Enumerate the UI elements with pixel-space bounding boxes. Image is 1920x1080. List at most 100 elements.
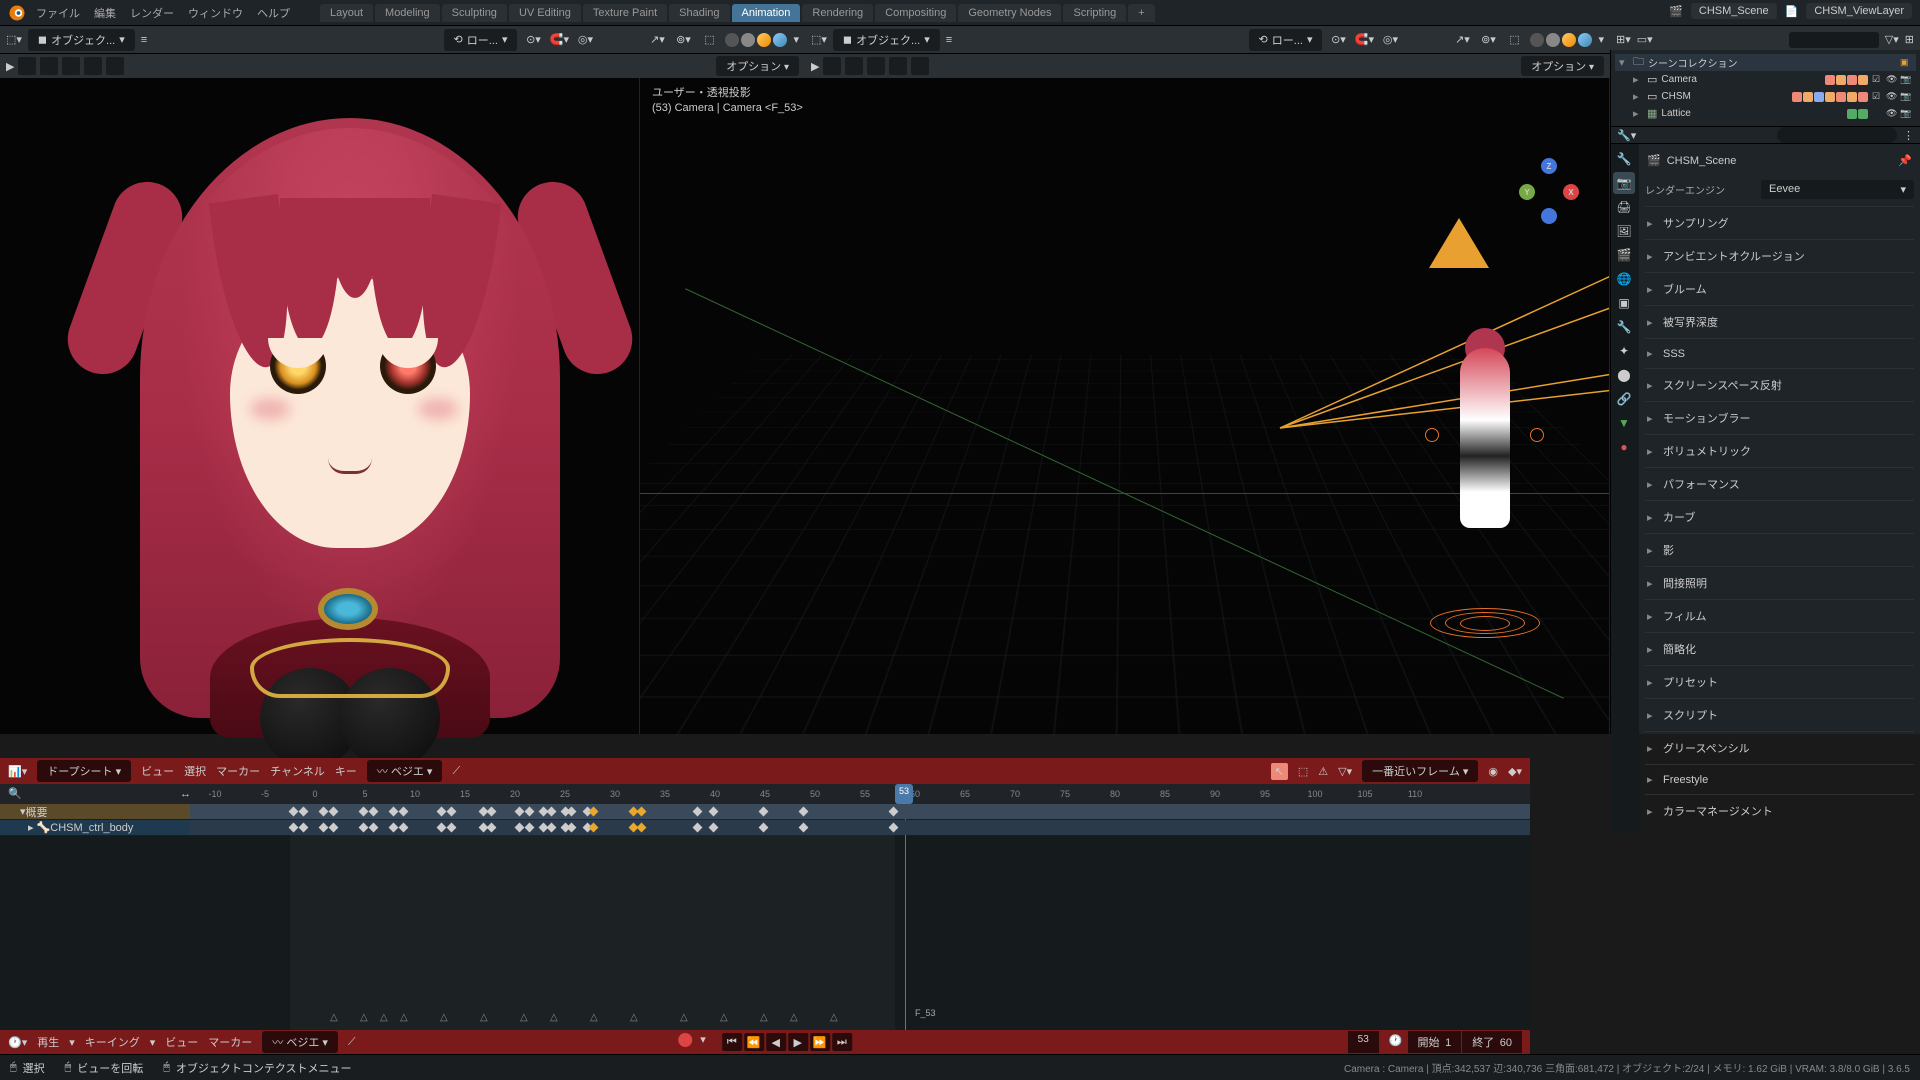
section-SSS[interactable]: ▸SSS <box>1645 338 1914 368</box>
tab-object-icon[interactable]: ▣ <box>1613 292 1635 314</box>
cursor-tool-icon[interactable]: ↖ <box>1271 763 1288 780</box>
play-icon[interactable]: ▶ <box>811 60 819 73</box>
props-search[interactable] <box>1777 127 1897 143</box>
pivot-icon[interactable]: ⊙▾ <box>1328 30 1348 50</box>
section-被写界深度[interactable]: ▸被写界深度 <box>1645 305 1914 338</box>
marker-icon[interactable]: △ <box>790 1012 798 1023</box>
menu-key[interactable]: キー <box>335 763 357 779</box>
keyframe[interactable] <box>589 807 599 817</box>
tab-rendering[interactable]: Rendering <box>802 4 873 22</box>
tab-sculpting[interactable]: Sculpting <box>442 4 507 22</box>
overlay-icon[interactable]: ⊚▾ <box>673 30 693 50</box>
options-dropdown[interactable]: オプション ▾ <box>1521 56 1604 76</box>
keyframe[interactable] <box>567 807 577 817</box>
tab-animation[interactable]: Animation <box>732 4 801 22</box>
gizmo-icon[interactable]: ↗▾ <box>1452 30 1472 50</box>
tab-texpaint[interactable]: Texture Paint <box>583 4 667 22</box>
3d-viewport[interactable]: ユーザー・透視投影 (53) Camera | Camera <F_53> <box>640 78 1610 734</box>
gizmo-x-icon[interactable]: X <box>1563 184 1579 200</box>
warn-icon[interactable]: ⬚ <box>1298 765 1308 778</box>
warn-icon2[interactable]: ⚠ <box>1318 765 1328 778</box>
menu-file[interactable]: ファイル <box>36 5 80 21</box>
tab-material-icon[interactable]: ● <box>1613 436 1635 458</box>
section-スクリプト[interactable]: ▸スクリプト <box>1645 698 1914 731</box>
keyframe[interactable] <box>487 807 497 817</box>
keyframe[interactable] <box>547 823 557 833</box>
menu-marker[interactable]: マーカー <box>216 763 260 779</box>
keyframe[interactable] <box>759 823 769 833</box>
section-スクリーンスペース反射[interactable]: ▸スクリーンスペース反射 <box>1645 368 1914 401</box>
keyframe[interactable] <box>369 823 379 833</box>
gizmo-z-icon[interactable]: Z <box>1541 158 1557 174</box>
tab-output-icon[interactable]: 🖨 <box>1613 196 1635 218</box>
tool5-icon[interactable] <box>911 57 929 75</box>
snap-icon[interactable]: 🧲▾ <box>1354 30 1374 50</box>
keyframe[interactable] <box>487 823 497 833</box>
disclosure-icon[interactable]: ▸ <box>1633 107 1643 120</box>
keyframe[interactable] <box>369 807 379 817</box>
menu-edit[interactable]: 編集 <box>94 5 116 21</box>
keyframe[interactable] <box>709 807 719 817</box>
eye-icon[interactable]: 👁 <box>1886 74 1898 86</box>
frame-cursor[interactable]: 53 <box>895 784 913 804</box>
render-icon[interactable]: 📷 <box>1900 108 1912 120</box>
tab-compositing[interactable]: Compositing <box>875 4 956 22</box>
layer-dropdown-icon[interactable]: ▭▾ <box>1637 33 1653 46</box>
autokey-icon[interactable] <box>678 1033 692 1047</box>
section-プリセット[interactable]: ▸プリセット <box>1645 665 1914 698</box>
handle-icon[interactable]: ⟋ <box>452 765 460 778</box>
checkbox-icon[interactable]: ☑ <box>1872 74 1884 86</box>
wire-shade-icon[interactable] <box>725 33 739 47</box>
tab-modifier-icon[interactable]: 🔧 <box>1613 316 1635 338</box>
keyframe[interactable] <box>525 807 535 817</box>
tool3-icon[interactable] <box>62 57 80 75</box>
timer-icon[interactable]: 🕐 <box>1385 1031 1407 1053</box>
tab-world-icon[interactable]: 🌐 <box>1613 268 1635 290</box>
track-summary[interactable]: ▾ 概要 <box>0 804 1530 820</box>
menu-render[interactable]: レンダー <box>130 5 174 21</box>
keyframe[interactable] <box>437 807 447 817</box>
keyframe[interactable] <box>515 823 525 833</box>
keyframe[interactable] <box>389 807 399 817</box>
eye-icon[interactable]: 👁 <box>1886 91 1898 103</box>
section-カラーマネージメント[interactable]: ▸カラーマネージメント <box>1645 794 1914 827</box>
editor-type-icon[interactable]: ⬚▾ <box>6 33 22 46</box>
pivot-icon[interactable]: ⊙▾ <box>523 30 543 50</box>
keyframe[interactable] <box>567 823 577 833</box>
tab-add[interactable]: + <box>1128 4 1154 22</box>
menu-window[interactable]: ウィンドウ <box>188 5 243 21</box>
disclosure-icon[interactable]: ▸ <box>1633 90 1643 103</box>
keyframe[interactable] <box>289 807 299 817</box>
tab-uv[interactable]: UV Editing <box>509 4 581 22</box>
tool2-icon[interactable] <box>40 57 58 75</box>
outliner-search[interactable] <box>1789 32 1879 48</box>
prop-edit-icon[interactable]: ◎▾ <box>575 30 595 50</box>
menu-view[interactable]: ビュー <box>141 763 174 779</box>
section-フィルム[interactable]: ▸フィルム <box>1645 599 1914 632</box>
marker-icon[interactable]: △ <box>480 1012 488 1023</box>
props-editor-icon[interactable]: 🔧▾ <box>1617 129 1636 142</box>
eye-icon[interactable]: 👁 <box>1886 108 1898 120</box>
xray-icon[interactable]: ⬚ <box>1504 30 1524 50</box>
solid-shade-icon[interactable] <box>1546 33 1560 47</box>
keyframe[interactable] <box>447 807 457 817</box>
tab-geonodes[interactable]: Geometry Nodes <box>958 4 1061 22</box>
jump-end-button[interactable]: ⏭ <box>832 1033 852 1051</box>
pin-icon[interactable]: 📌 <box>1898 154 1912 167</box>
marker-icon[interactable]: △ <box>380 1012 388 1023</box>
viewlayer-name[interactable]: CHSM_ViewLayer <box>1806 3 1912 19</box>
rendered-shade-icon[interactable] <box>1578 33 1592 47</box>
filter-icon[interactable]: ▽▾ <box>1885 33 1899 46</box>
marker-icon[interactable]: △ <box>630 1012 638 1023</box>
section-モーションブラー[interactable]: ▸モーションブラー <box>1645 401 1914 434</box>
checkbox-icon[interactable]: ☑ <box>1872 91 1884 103</box>
tab-layout[interactable]: Layout <box>320 4 373 22</box>
gizmo-icon[interactable]: ↗▾ <box>647 30 667 50</box>
menu-marker[interactable]: マーカー <box>208 1034 252 1050</box>
tab-viewlayer-icon[interactable]: 🖼 <box>1613 220 1635 242</box>
shading-modes[interactable] <box>1530 33 1592 47</box>
tool4-icon[interactable] <box>84 57 102 75</box>
menu-keying[interactable]: キーイング <box>85 1034 140 1050</box>
scene-name[interactable]: CHSM_Scene <box>1691 3 1777 19</box>
render-icon[interactable]: 📷 <box>1900 91 1912 103</box>
